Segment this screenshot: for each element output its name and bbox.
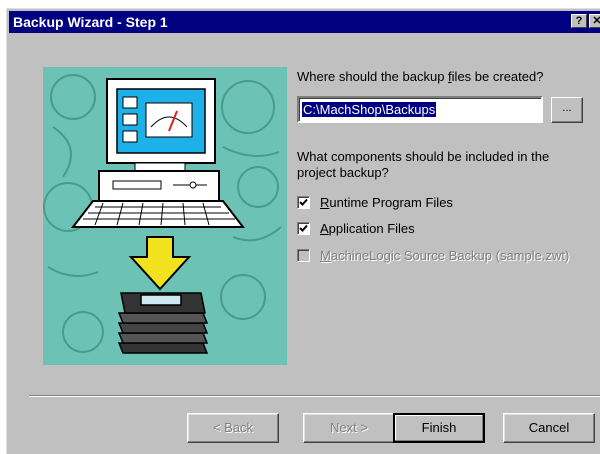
prompt-text: Where should the backup [297,69,449,84]
title-bar[interactable]: Backup Wizard - Step 1 ? ✕ [9,11,600,33]
computer-backup-illustration [43,74,282,354]
back-button-label: < Back [212,420,254,435]
help-button[interactable]: ? [571,14,587,28]
backup-location-prompt: Where should the backup files be created… [297,69,543,84]
close-button[interactable]: ✕ [589,14,600,28]
button-divider [29,395,600,397]
label-text: pplication Files [328,221,415,236]
cancel-button[interactable]: Cancel [503,413,595,443]
label-text: untime Program Files [329,195,453,210]
browse-button[interactable]: ... [551,97,583,123]
next-button-label: Next > [330,420,368,435]
back-button[interactable]: < Back [187,413,279,443]
label-text: achineLogic Source Backup (sample.zwt) [330,248,570,263]
backup-path-value: C:\MachShop\Backups [302,102,437,117]
machinelogic-source-backup-label: MachineLogic Source Backup (sample.zwt) [320,248,569,263]
components-prompt-line1: What components should be included in th… [297,149,550,164]
application-files-checkbox[interactable] [297,222,310,235]
wizard-illustration [43,67,287,365]
checkmark-icon [299,198,308,206]
machinelogic-source-backup-checkbox [297,249,310,262]
label-accelerator: M [320,248,331,263]
runtime-program-files-checkbox[interactable] [297,196,310,209]
label-accelerator: A [320,221,329,236]
prompt-text-rest: iles be created? [451,69,544,84]
next-button[interactable]: Next > [303,413,395,443]
window-title: Backup Wizard - Step 1 [13,14,168,30]
runtime-program-files-label: Runtime Program Files [320,195,453,210]
label-accelerator: R [320,195,330,210]
checkmark-icon [299,224,308,232]
components-prompt-line2: project backup? [297,165,389,180]
application-files-label: Application Files [320,221,415,236]
finish-button[interactable]: Finish [393,413,485,443]
backup-wizard-dialog: Backup Wizard - Step 1 ? ✕ Where should … [6,8,600,454]
backup-path-input[interactable]: C:\MachShop\Backups [297,96,543,123]
